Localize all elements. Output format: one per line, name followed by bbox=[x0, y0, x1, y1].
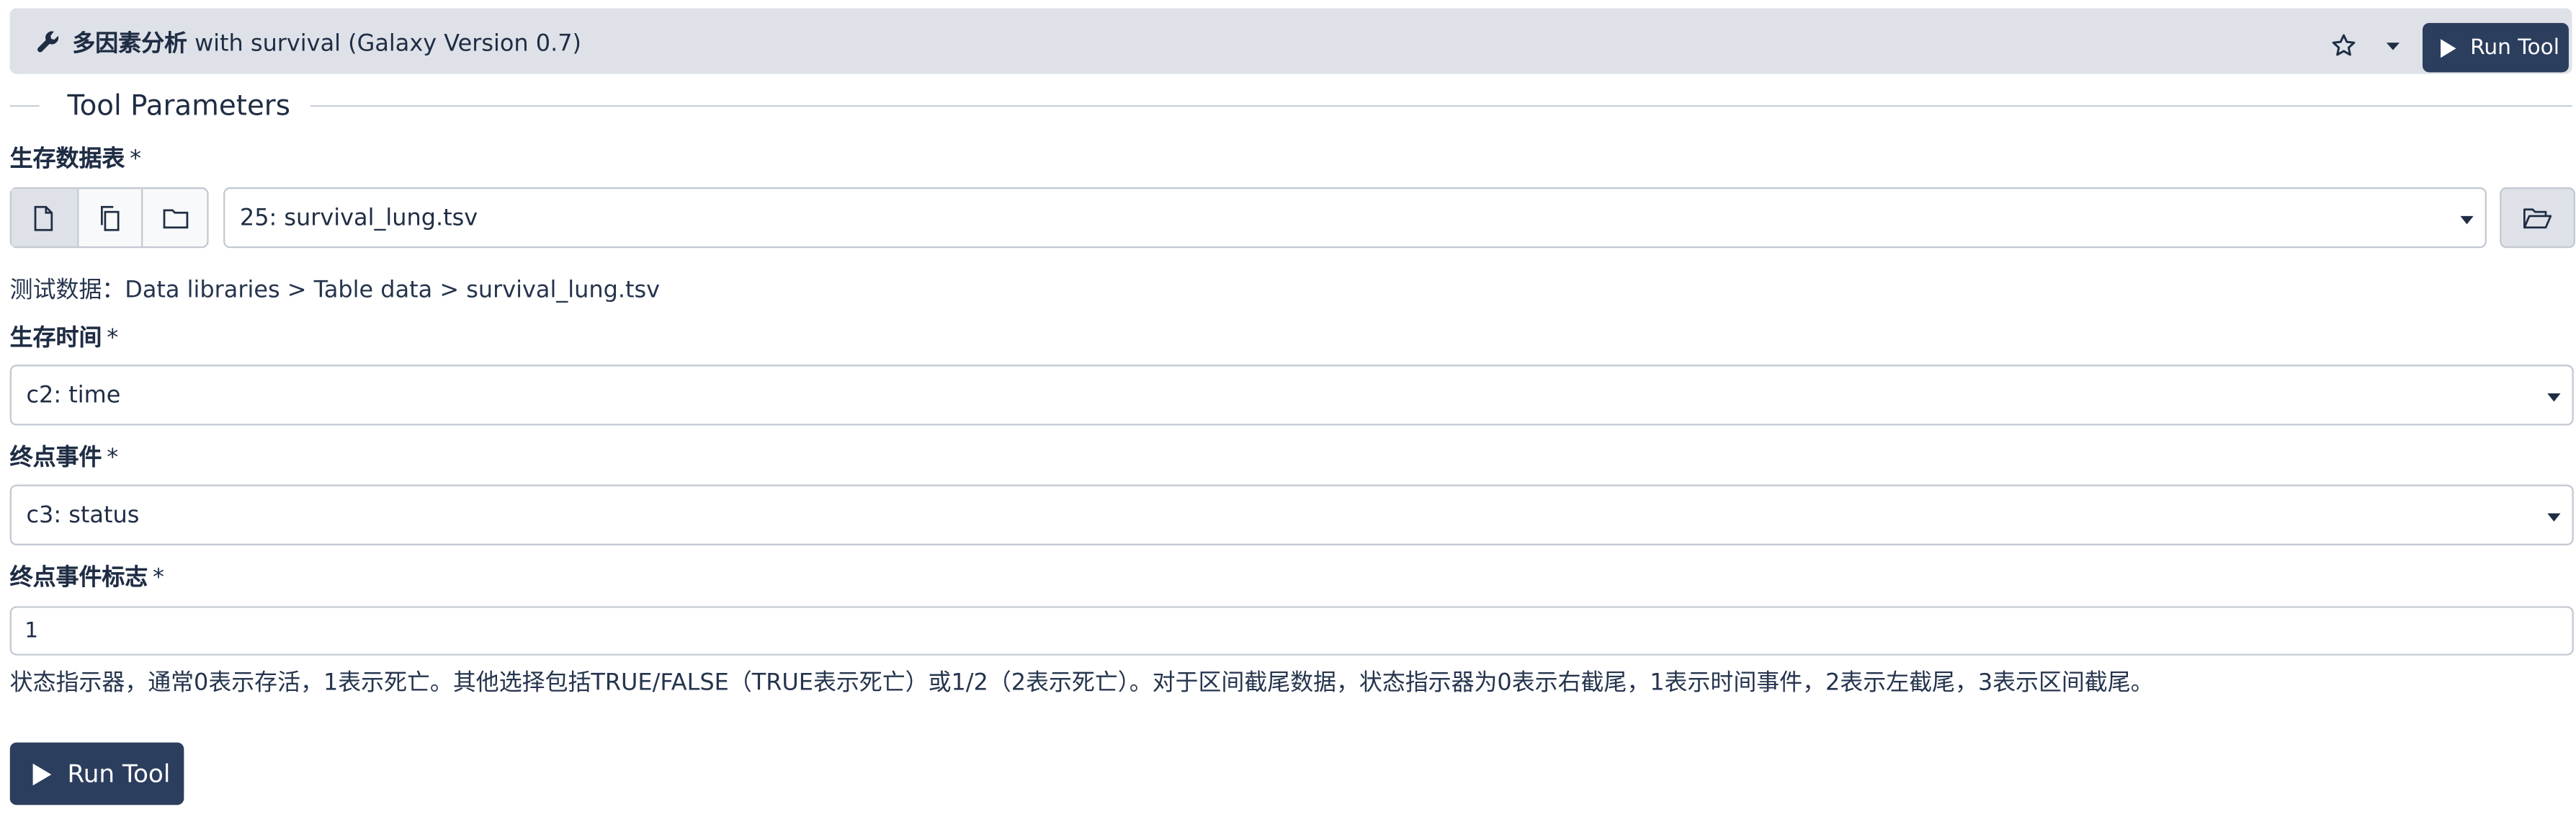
wrench-icon bbox=[37, 31, 59, 53]
tool-header: 多因素分析 with survival (Galaxy Version 0.7)… bbox=[9, 8, 2572, 74]
run-tool-label: Run Tool bbox=[67, 759, 171, 789]
table-help-text: 测试数据：Data libraries > Table data > survi… bbox=[9, 277, 661, 304]
event-flag-help-text: 状态指示器，通常0表示存活，1表示死亡。其他选择包括TRUE/FALSE（TRU… bbox=[9, 670, 2154, 697]
event-select[interactable]: c3: status bbox=[9, 484, 2574, 545]
section-title: Tool Parameters bbox=[67, 90, 290, 123]
time-select-value: c2: time bbox=[26, 382, 121, 409]
multiple-datasets-button[interactable] bbox=[76, 189, 141, 246]
star-icon[interactable] bbox=[2330, 33, 2356, 59]
table-select-value: 25: survival_lung.tsv bbox=[239, 204, 478, 231]
run-tool-button[interactable]: Run Tool bbox=[9, 742, 184, 806]
collection-button[interactable] bbox=[141, 189, 207, 246]
tool-title: 多因素分析 with survival (Galaxy Version 0.7) bbox=[72, 31, 582, 58]
event-flag-input[interactable] bbox=[9, 606, 2574, 656]
time-label: 生存时间 * bbox=[9, 325, 119, 352]
run-tool-button-top[interactable]: Run Tool bbox=[2423, 22, 2569, 73]
chevron-down-icon bbox=[2460, 215, 2474, 225]
section-divider bbox=[310, 104, 2572, 107]
table-select[interactable]: 25: survival_lung.tsv bbox=[223, 187, 2487, 249]
table-label: 生存数据表 * bbox=[9, 146, 142, 173]
file-icon bbox=[35, 205, 53, 231]
chevron-down-icon bbox=[2547, 393, 2561, 402]
play-icon bbox=[2441, 38, 2456, 58]
play-icon bbox=[32, 762, 52, 785]
chevron-down-icon bbox=[2547, 513, 2561, 522]
section-divider bbox=[9, 104, 40, 107]
folder-icon bbox=[162, 208, 188, 228]
time-select[interactable]: c2: time bbox=[9, 365, 2574, 426]
source-type-group bbox=[9, 187, 209, 249]
event-label: 终点事件 * bbox=[9, 445, 119, 472]
run-tool-label: Run Tool bbox=[2470, 35, 2559, 61]
browse-datasets-button[interactable] bbox=[2500, 187, 2576, 249]
copy-icon bbox=[100, 205, 120, 231]
event-flag-label: 终点事件标志 * bbox=[9, 565, 164, 592]
caret-down-icon[interactable] bbox=[2383, 36, 2402, 55]
folder-open-icon bbox=[2523, 208, 2552, 228]
single-dataset-button[interactable] bbox=[11, 189, 77, 246]
event-select-value: c3: status bbox=[26, 501, 140, 529]
